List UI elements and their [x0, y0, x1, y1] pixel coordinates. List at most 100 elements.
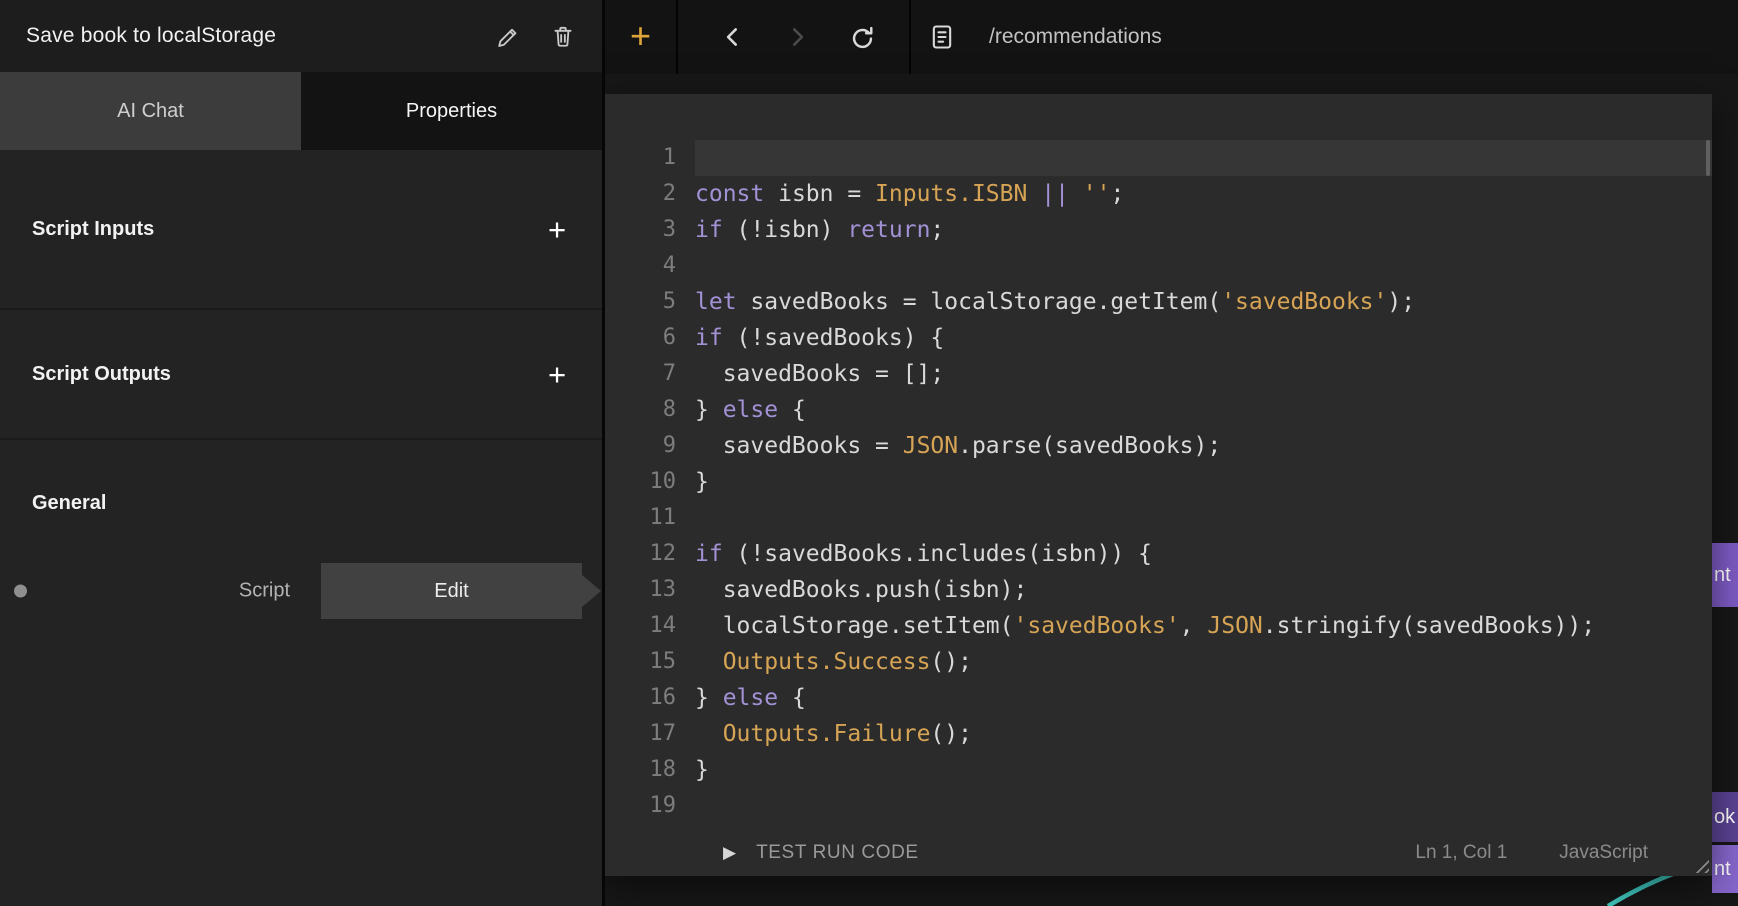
- code-line[interactable]: 3 if (!isbn) return;: [605, 212, 1712, 248]
- add-script-input-button[interactable]: +: [534, 206, 580, 252]
- line-number: 19: [605, 788, 676, 824]
- plus-icon: +: [630, 18, 651, 54]
- line-number: 11: [605, 500, 676, 536]
- code-line[interactable]: 2const isbn = Inputs.ISBN || '';: [605, 176, 1712, 212]
- code-line-text: if (!savedBooks.includes(isbn)) {: [695, 536, 1712, 572]
- code-line-text: Outputs.Failure();: [695, 716, 1712, 752]
- canvas-button-fragment[interactable]: ok: [1712, 792, 1738, 842]
- edit-script-button[interactable]: Edit: [321, 563, 582, 619]
- panel-header: Save book to localStorage: [0, 0, 602, 72]
- language-indicator: JavaScript: [1559, 842, 1648, 864]
- script-inputs-section: Script Inputs +: [0, 150, 602, 310]
- trash-icon: [550, 23, 576, 49]
- canvas-button-fragment[interactable]: nt: [1712, 845, 1738, 893]
- play-icon: ▶: [723, 843, 736, 863]
- fragment-text: ok: [1714, 806, 1735, 829]
- line-number: 1: [605, 140, 676, 176]
- url-display[interactable]: /recommendations: [989, 0, 1162, 74]
- code-line[interactable]: 17 Outputs.Failure();: [605, 716, 1712, 752]
- panel-title: Save book to localStorage: [26, 24, 474, 48]
- code-editor[interactable]: 12const isbn = Inputs.ISBN || '';3if (!i…: [605, 94, 1712, 830]
- code-line[interactable]: 10}: [605, 464, 1712, 500]
- code-line[interactable]: 7 savedBooks = [];: [605, 356, 1712, 392]
- node-dot: [14, 585, 27, 598]
- line-number: 16: [605, 680, 676, 716]
- code-line[interactable]: 9 savedBooks = JSON.parse(savedBooks);: [605, 428, 1712, 464]
- line-number: 12: [605, 536, 676, 572]
- reload-button[interactable]: [837, 0, 887, 74]
- code-line-text: Outputs.Success();: [695, 644, 1712, 680]
- code-line[interactable]: 14 localStorage.setItem('savedBooks', JS…: [605, 608, 1712, 644]
- script-inputs-label: Script Inputs: [32, 218, 154, 241]
- app-root: Save book to localStorage: [0, 0, 1738, 906]
- code-line[interactable]: 11: [605, 500, 1712, 536]
- code-line-text: }: [695, 464, 1712, 500]
- general-section: General Script Edit: [0, 440, 602, 906]
- fragment-text: nt: [1714, 564, 1731, 587]
- tab-properties[interactable]: Properties: [301, 72, 602, 150]
- line-number: 17: [605, 716, 676, 752]
- code-line-text: savedBooks.push(isbn);: [695, 572, 1712, 608]
- pages-button[interactable]: [917, 0, 967, 74]
- general-label: General: [32, 492, 106, 515]
- code-line-text: savedBooks = [];: [695, 356, 1712, 392]
- test-run-button[interactable]: ▶ TEST RUN CODE: [723, 842, 919, 864]
- add-script-output-button[interactable]: +: [534, 351, 580, 397]
- line-number: 9: [605, 428, 676, 464]
- code-line[interactable]: 19: [605, 788, 1712, 824]
- code-line[interactable]: 16 } else {: [605, 680, 1712, 716]
- plus-icon: +: [548, 359, 566, 390]
- code-line-text: let savedBooks = localStorage.getItem('s…: [695, 284, 1712, 320]
- line-number: 4: [605, 248, 676, 284]
- code-line[interactable]: 1: [605, 140, 1712, 176]
- code-line[interactable]: 8} else {: [605, 392, 1712, 428]
- code-line-text: }: [695, 752, 1712, 788]
- panel-tabs: AI Chat Properties: [0, 72, 602, 150]
- chevron-left-icon: [720, 24, 746, 50]
- line-number: 18: [605, 752, 676, 788]
- script-property-row: Script Edit: [0, 563, 602, 619]
- code-line[interactable]: 18}: [605, 752, 1712, 788]
- code-line-text: [695, 140, 1712, 176]
- add-page-button[interactable]: +: [605, 0, 676, 74]
- code-line[interactable]: 4: [605, 248, 1712, 284]
- resize-handle[interactable]: [1691, 855, 1709, 873]
- code-line[interactable]: 5let savedBooks = localStorage.getItem('…: [605, 284, 1712, 320]
- cursor-position: Ln 1, Col 1: [1415, 842, 1507, 864]
- chevron-right-icon: [784, 24, 810, 50]
- toolbar-divider: [676, 0, 678, 74]
- line-number: 8: [605, 392, 676, 428]
- plus-icon: +: [548, 214, 566, 245]
- delete-button[interactable]: [540, 13, 586, 59]
- tab-ai-chat[interactable]: AI Chat: [0, 72, 301, 150]
- line-number: 3: [605, 212, 676, 248]
- script-outputs-section: Script Outputs +: [0, 310, 602, 440]
- code-line-text: savedBooks = JSON.parse(savedBooks);: [695, 428, 1712, 464]
- page-icon: [928, 23, 956, 51]
- code-line-text: localStorage.setItem('savedBooks', JSON.…: [695, 608, 1712, 644]
- refresh-icon: [849, 24, 876, 51]
- code-line[interactable]: 12 if (!savedBooks.includes(isbn)) {: [605, 536, 1712, 572]
- script-outputs-label: Script Outputs: [32, 363, 171, 386]
- code-line-text: if (!isbn) return;: [695, 212, 1712, 248]
- pencil-icon: [494, 23, 520, 49]
- line-number: 10: [605, 464, 676, 500]
- code-line[interactable]: 15 Outputs.Success();: [605, 644, 1712, 680]
- back-button[interactable]: [708, 0, 758, 74]
- editor-footer: ▶ TEST RUN CODE Ln 1, Col 1 JavaScript: [605, 830, 1712, 876]
- code-line[interactable]: 13 savedBooks.push(isbn);: [605, 572, 1712, 608]
- code-line-text: } else {: [695, 680, 1712, 716]
- editor-status: Ln 1, Col 1 JavaScript: [1415, 842, 1648, 864]
- preview-area: +: [605, 0, 1738, 906]
- code-line-text: [695, 788, 1712, 824]
- forward-button[interactable]: [772, 0, 822, 74]
- inspector-panel: Save book to localStorage: [0, 0, 602, 906]
- scrollbar-thumb[interactable]: [1706, 140, 1710, 176]
- code-line[interactable]: 6if (!savedBooks) {: [605, 320, 1712, 356]
- code-line-text: const isbn = Inputs.ISBN || '';: [695, 176, 1712, 212]
- rename-button[interactable]: [484, 13, 530, 59]
- script-property-label: Script: [239, 580, 290, 603]
- line-number: 15: [605, 644, 676, 680]
- browser-toolbar: +: [605, 0, 1738, 74]
- canvas-button-fragment[interactable]: nt: [1712, 543, 1738, 607]
